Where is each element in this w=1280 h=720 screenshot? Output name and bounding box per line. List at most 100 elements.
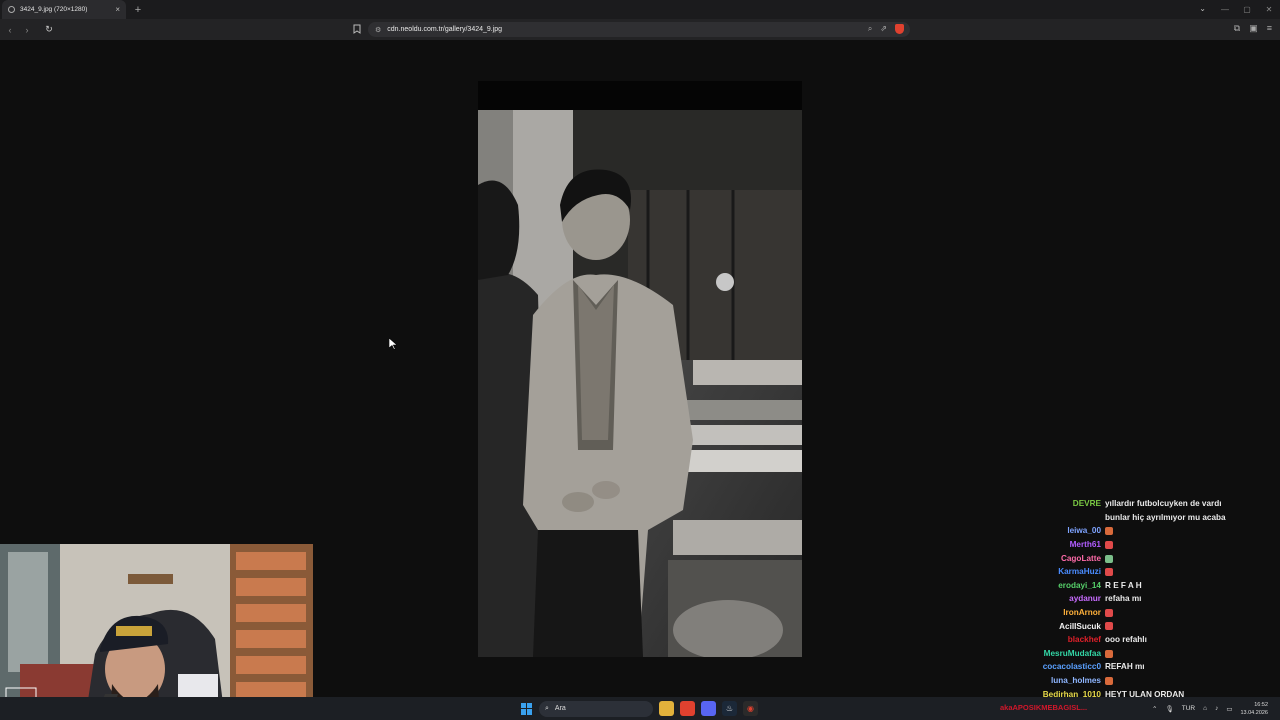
chat-username[interactable]: Merth61: [960, 540, 1105, 549]
chat-username[interactable]: leiwa_00: [960, 526, 1105, 535]
chat-username[interactable]: AcilISucuk: [960, 622, 1105, 631]
chat-message-text: REFAH mı: [1105, 662, 1145, 672]
site-settings-icon[interactable]: ⚙: [375, 26, 381, 34]
chat-emote-icon: [1105, 649, 1113, 658]
app: 3424_9.jpg (720×1280) × + ⌄ — ▢ ✕ ‹ › ↻ …: [0, 0, 1280, 720]
new-tab-button[interactable]: +: [130, 2, 146, 18]
chat-message: cocacolasticc0 REFAH mı: [960, 660, 1270, 674]
chat-message: aydanur refaha mı: [960, 592, 1270, 606]
tab-active[interactable]: 3424_9.jpg (720×1280) ×: [2, 0, 126, 19]
overlay-ticker-text: akaAPOSIKMEBAGISL...: [1000, 703, 1088, 712]
chat-message: Merth61: [960, 538, 1270, 552]
extensions-icon[interactable]: ⧉: [1234, 23, 1240, 34]
chat-username[interactable]: IronArnor: [960, 608, 1105, 617]
language-indicator[interactable]: TUR: [1182, 705, 1195, 712]
url-actions: ⌕ ⇗: [868, 24, 904, 34]
chat-message: KarmaHuzi: [960, 565, 1270, 579]
chat-message-text: ooo refahlı: [1105, 635, 1147, 645]
chat-username[interactable]: KarmaHuzi: [960, 567, 1105, 576]
menu-icon[interactable]: ≡: [1267, 23, 1272, 34]
reload-icon[interactable]: ↻: [42, 23, 56, 37]
chat-username[interactable]: erodayi_14: [960, 581, 1105, 590]
chat-message: erodayi_14 R E F A H: [960, 579, 1270, 593]
tab-title: 3424_9.jpg (720×1280): [20, 6, 88, 13]
chat-emote-icon: [1105, 622, 1113, 631]
chevron-down-icon[interactable]: ⌄: [1199, 4, 1206, 13]
battery-icon[interactable]: ▭: [1226, 705, 1232, 713]
chat-message-text: bunlar hiç ayrılmıyor mu acaba: [1105, 512, 1226, 522]
webcam-image: [0, 544, 313, 720]
file-explorer-icon[interactable]: [659, 701, 674, 716]
windows-start-icon[interactable]: [521, 702, 533, 715]
system-tray: ⌃ 🎙 TUR ⌂ ♪ ▭ 16:52 13.04.2026: [1152, 697, 1268, 720]
volume-icon[interactable]: ♪: [1215, 705, 1218, 712]
tab-close-icon[interactable]: ×: [115, 5, 120, 14]
chat-message: leiwa_00: [960, 524, 1270, 538]
chat-emote-icon: [1105, 527, 1113, 536]
chat-message-text: [1105, 526, 1270, 536]
stream-chat: DEVRE yıllardır futbolcuyken de vardı bunl…: [960, 497, 1270, 699]
chat-message: DEVRE yıllardır futbolcuyken de vardı: [960, 497, 1270, 511]
chat-username[interactable]: blackhef: [960, 635, 1105, 644]
forward-arrow-icon[interactable]: ›: [20, 23, 34, 37]
chat-message-text: [1105, 554, 1270, 563]
chat-message: bunlar hiç ayrılmıyor mu acaba: [960, 511, 1270, 525]
chat-message-text: [1105, 540, 1270, 549]
webcam-overlay: [0, 544, 313, 720]
mouse-cursor-icon: [389, 338, 397, 350]
tray-chevron-up-icon[interactable]: ⌃: [1152, 705, 1157, 713]
close-window-button[interactable]: ✕: [1258, 5, 1280, 14]
tab-bar: 3424_9.jpg (720×1280) × + ⌄ — ▢ ✕: [0, 0, 1280, 19]
photo-image[interactable]: [478, 110, 802, 657]
steam-icon[interactable]: ♨: [722, 701, 737, 716]
chat-message: CagoLatte: [960, 551, 1270, 565]
chat-message-text: [1105, 622, 1270, 631]
chat-message: AcilISucuk: [960, 619, 1270, 633]
discord-icon[interactable]: [701, 701, 716, 716]
obs-icon[interactable]: ◉: [743, 701, 758, 716]
chat-emote-icon: [1105, 554, 1113, 563]
clock[interactable]: 16:52 13.04.2026: [1240, 701, 1268, 717]
chat-message-text: [1105, 608, 1270, 617]
chat-username[interactable]: cocacolasticc0: [960, 662, 1105, 671]
network-icon[interactable]: ⌂: [1203, 705, 1207, 712]
bookmark-icon[interactable]: [353, 24, 363, 35]
chat-username[interactable]: DEVRE: [960, 499, 1105, 508]
chat-username[interactable]: aydanur: [960, 594, 1105, 603]
search-placeholder: Ara: [554, 705, 566, 712]
clock-time: 16:52: [1254, 701, 1268, 708]
chat-message: IronArnor: [960, 606, 1270, 620]
chat-username[interactable]: CagoLatte: [960, 554, 1105, 563]
chat-message-text: refaha mı: [1105, 594, 1142, 604]
brave-shield-icon[interactable]: [895, 24, 904, 34]
minimize-button[interactable]: —: [1214, 5, 1236, 14]
address-bar[interactable]: ⚙ cdn.neoldu.com.tr/gallery/3424_9.jpg ⌕…: [368, 22, 910, 37]
chat-message-text: [1105, 649, 1270, 658]
chat-emote-icon: [1105, 540, 1113, 549]
back-arrow-icon[interactable]: ‹: [3, 23, 17, 37]
chat-message-text: [1105, 567, 1270, 577]
search-icon: ⌕: [545, 704, 549, 712]
brave-browser-icon[interactable]: [680, 701, 695, 716]
sidebar-icon[interactable]: ▣: [1249, 23, 1258, 34]
toolbar-right: ⧉ ▣ ≡: [1234, 23, 1272, 34]
clock-date: 13.04.2026: [1240, 709, 1268, 716]
chat-emote-icon: [1105, 676, 1113, 685]
chat-username[interactable]: luna_holmes: [960, 676, 1105, 685]
globe-icon: [8, 6, 15, 13]
chat-message: luna_holmes: [960, 674, 1270, 688]
chat-username[interactable]: MesruMudafaa: [960, 649, 1105, 658]
chat-message-text: yıllardır futbolcuyken de vardı: [1105, 499, 1222, 509]
taskbar-search[interactable]: ⌕ Ara: [539, 700, 653, 717]
microphone-icon[interactable]: 🎙: [1166, 705, 1174, 713]
maximize-button[interactable]: ▢: [1236, 5, 1258, 14]
chat-emote-icon: [1105, 608, 1113, 617]
zoom-icon[interactable]: ⌕: [868, 24, 872, 34]
window-controls: — ▢ ✕: [1214, 0, 1280, 19]
chat-message-text: [1105, 676, 1270, 685]
share-icon[interactable]: ⇗: [880, 24, 887, 34]
photo-frame: [478, 81, 802, 657]
url-text: cdn.neoldu.com.tr/gallery/3424_9.jpg: [387, 26, 503, 33]
chat-emote-icon: [1105, 568, 1113, 577]
windows-taskbar: ⌕ Ara ♨ ◉: [0, 697, 1280, 720]
